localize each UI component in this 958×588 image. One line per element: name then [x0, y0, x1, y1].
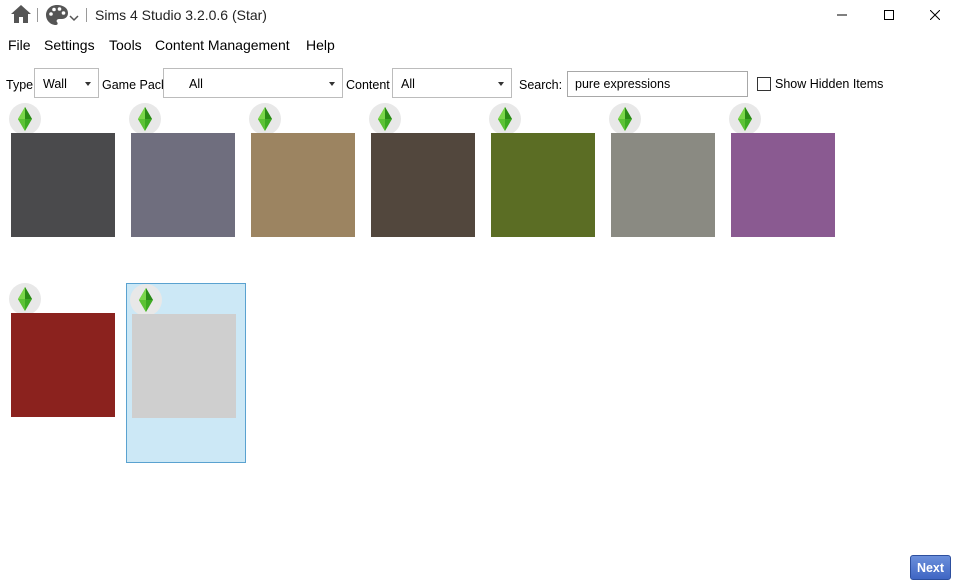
filter-toolbar: Type Wall Game Pack All Content All Sear…	[0, 68, 958, 100]
wall-swatch-thumbnail	[251, 133, 355, 237]
content-value: All	[401, 77, 415, 91]
show-hidden-checkbox[interactable]	[757, 77, 771, 91]
game-pack-dropdown[interactable]: All	[163, 68, 343, 98]
plumbob-icon	[9, 103, 41, 135]
chevron-down-icon	[498, 82, 504, 86]
wall-item-tile[interactable]	[246, 103, 366, 283]
menu-content-management[interactable]: Content Management	[155, 37, 290, 53]
chevron-down-icon[interactable]	[69, 10, 79, 25]
maximize-icon	[884, 8, 894, 23]
game-pack-value: All	[189, 77, 203, 91]
plumbob-icon	[489, 103, 521, 135]
title-bar: Sims 4 Studio 3.2.0.6 (Star)	[0, 0, 958, 31]
wall-swatch-thumbnail	[11, 133, 115, 237]
wall-swatch-thumbnail	[611, 133, 715, 237]
menu-file[interactable]: File	[8, 37, 31, 53]
wall-item-tile[interactable]	[6, 283, 126, 463]
palette-icon[interactable]	[45, 4, 69, 29]
next-button[interactable]: Next	[910, 555, 951, 580]
wall-item-tile[interactable]	[126, 103, 246, 283]
wall-item-tile[interactable]	[726, 103, 846, 283]
menu-settings[interactable]: Settings	[44, 37, 95, 53]
title-separator	[37, 8, 38, 22]
menu-tools[interactable]: Tools	[109, 37, 142, 53]
wall-item-tile[interactable]	[606, 103, 726, 283]
wall-swatch-thumbnail	[11, 313, 115, 417]
plumbob-icon	[369, 103, 401, 135]
plumbob-icon	[9, 283, 41, 315]
wall-swatch-thumbnail	[371, 133, 475, 237]
game-pack-label: Game Pack	[102, 78, 168, 92]
minimize-icon	[837, 8, 847, 23]
plumbob-icon	[729, 103, 761, 135]
menu-bar: File Settings Tools Content Management H…	[0, 33, 958, 57]
plumbob-icon	[609, 103, 641, 135]
content-dropdown[interactable]: All	[392, 68, 512, 98]
wall-item-tile[interactable]	[366, 103, 486, 283]
close-icon	[929, 8, 941, 23]
close-button[interactable]	[912, 0, 958, 31]
wall-item-tile[interactable]	[6, 103, 126, 283]
content-label: Content	[346, 78, 390, 92]
type-value: Wall	[43, 77, 67, 91]
type-dropdown[interactable]: Wall	[34, 68, 99, 98]
search-input[interactable]	[567, 71, 748, 97]
wall-swatch-thumbnail	[731, 133, 835, 237]
type-label: Type	[6, 78, 34, 92]
wall-swatch-thumbnail	[132, 314, 236, 418]
wall-swatch-thumbnail	[491, 133, 595, 237]
plumbob-icon	[249, 103, 281, 135]
wall-item-tile[interactable]	[486, 103, 606, 283]
plumbob-icon	[129, 103, 161, 135]
chevron-down-icon	[85, 82, 91, 86]
wall-item-tile[interactable]	[126, 283, 246, 463]
chevron-down-icon	[329, 82, 335, 86]
home-icon[interactable]	[10, 4, 32, 27]
title-separator	[86, 8, 87, 22]
show-hidden-label[interactable]: Show Hidden Items	[775, 77, 883, 91]
search-label: Search:	[519, 78, 563, 92]
maximize-button[interactable]	[866, 0, 912, 31]
menu-help[interactable]: Help	[306, 37, 335, 53]
plumbob-icon	[130, 284, 162, 316]
window-title: Sims 4 Studio 3.2.0.6 (Star)	[95, 7, 267, 23]
minimize-button[interactable]	[819, 0, 865, 31]
wall-swatch-thumbnail	[131, 133, 235, 237]
